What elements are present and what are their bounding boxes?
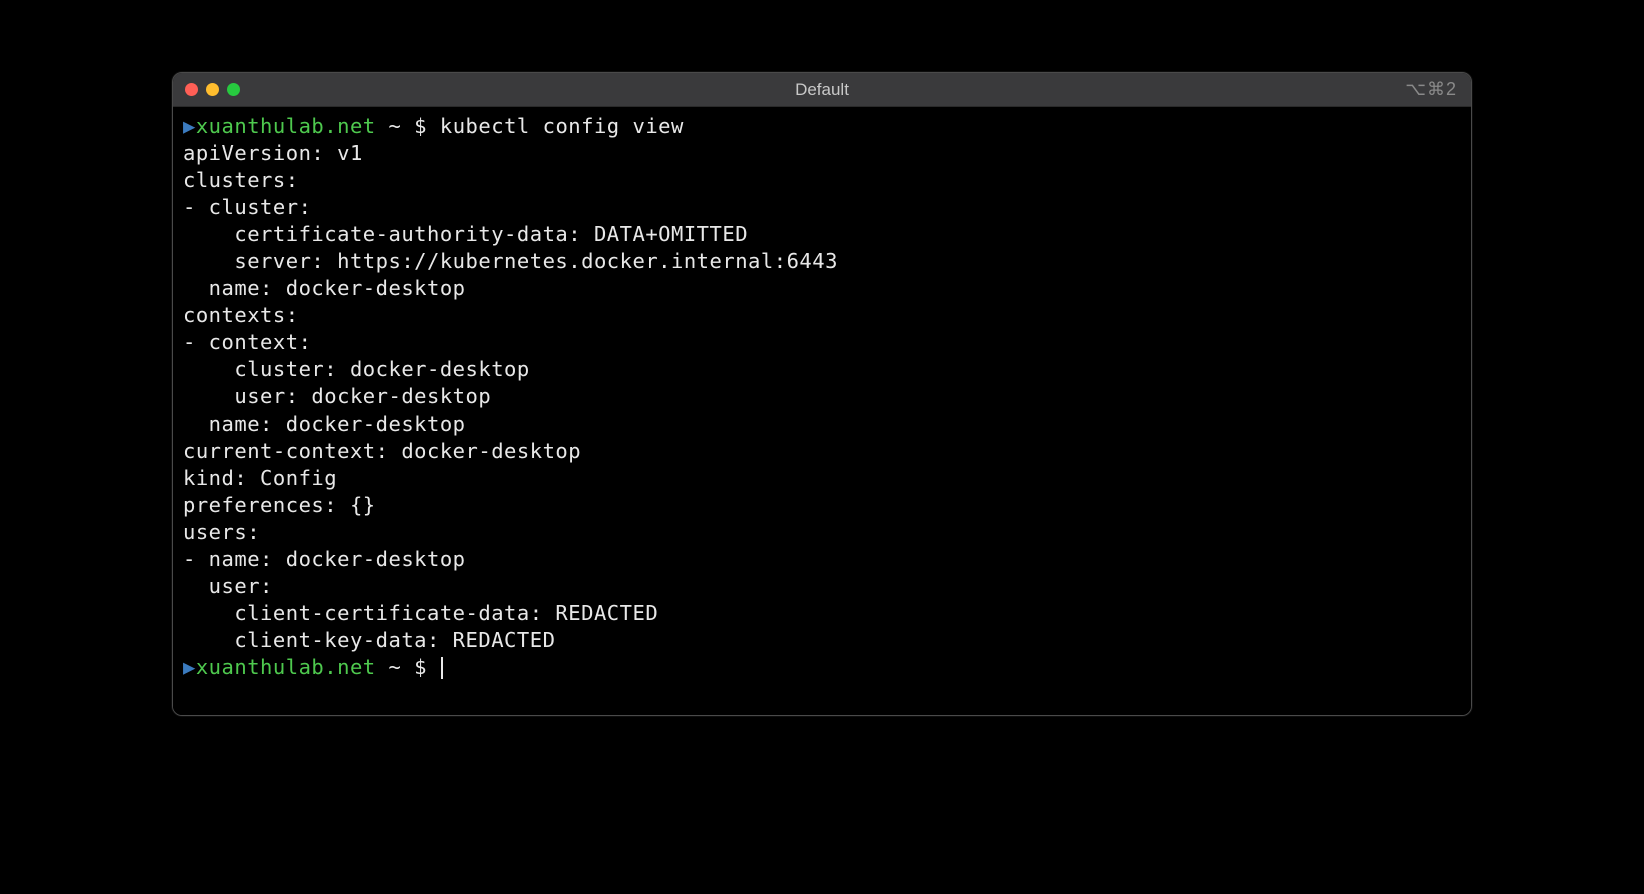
prompt-path: ~ $ — [376, 655, 440, 679]
output-line: client-key-data: REDACTED — [183, 627, 1461, 654]
output-line: contexts: — [183, 302, 1461, 329]
close-button[interactable] — [185, 83, 198, 96]
minimize-button[interactable] — [206, 83, 219, 96]
window-titlebar[interactable]: Default ⌥⌘2 — [173, 73, 1471, 107]
output-line: kind: Config — [183, 465, 1461, 492]
output-line: user: — [183, 573, 1461, 600]
command-text: kubectl config view — [440, 114, 684, 138]
prompt-line-empty: ▶xuanthulab.net ~ $ — [183, 654, 1461, 681]
output-line: - context: — [183, 329, 1461, 356]
prompt-host: xuanthulab.net — [196, 655, 376, 679]
output-line: - name: docker-desktop — [183, 546, 1461, 573]
output-line: user: docker-desktop — [183, 383, 1461, 410]
output-line: - cluster: — [183, 194, 1461, 221]
prompt-line: ▶xuanthulab.net ~ $ kubectl config view — [183, 113, 1461, 140]
output-line: server: https://kubernetes.docker.intern… — [183, 248, 1461, 275]
output-line: name: docker-desktop — [183, 275, 1461, 302]
output-line: apiVersion: v1 — [183, 140, 1461, 167]
window-shortcut: ⌥⌘2 — [1405, 79, 1457, 100]
prompt-path: ~ $ — [376, 114, 440, 138]
maximize-button[interactable] — [227, 83, 240, 96]
terminal-body[interactable]: ▶xuanthulab.net ~ $ kubectl config view … — [173, 107, 1471, 715]
prompt-marker-icon: ▶ — [183, 655, 196, 679]
output-line: client-certificate-data: REDACTED — [183, 600, 1461, 627]
prompt-marker-icon: ▶ — [183, 114, 196, 138]
output-line: certificate-authority-data: DATA+OMITTED — [183, 221, 1461, 248]
output-line: clusters: — [183, 167, 1461, 194]
cursor-icon — [441, 657, 443, 679]
terminal-window: Default ⌥⌘2 ▶xuanthulab.net ~ $ kubectl … — [172, 72, 1472, 716]
output-line: preferences: {} — [183, 492, 1461, 519]
output-line: current-context: docker-desktop — [183, 438, 1461, 465]
output-line: name: docker-desktop — [183, 411, 1461, 438]
output-line: users: — [183, 519, 1461, 546]
traffic-lights — [185, 83, 240, 96]
output-line: cluster: docker-desktop — [183, 356, 1461, 383]
window-title: Default — [795, 80, 849, 100]
prompt-host: xuanthulab.net — [196, 114, 376, 138]
